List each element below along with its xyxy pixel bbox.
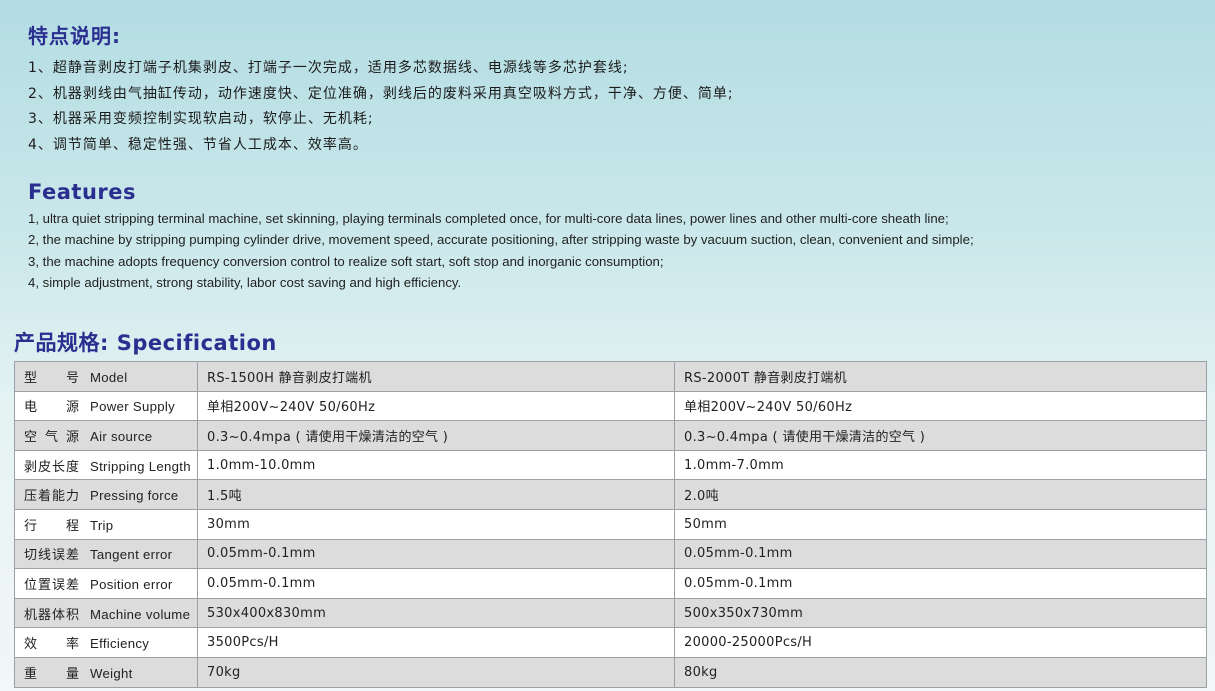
spec-row: 型号 Model RS-1500H 静音剥皮打端机 RS-2000T 静音剥皮打端机 xyxy=(14,361,1207,392)
features-cn-item: 1、超静音剥皮打端子机集剥皮、打端子一次完成，适用多芯数据线、电源线等多芯护套线… xyxy=(28,60,629,76)
spec-label-en: Power Supply xyxy=(90,399,175,415)
features-cn-item: 2、机器剥线由气抽缸传动，动作速度快、定位准确，剥线后的废料采用真空吸料方式，干… xyxy=(28,85,734,102)
spec-row: 行程 Trip 30mm 50mm xyxy=(14,508,1207,540)
spec-label-cell: 机器体积 Machine volume xyxy=(14,597,198,629)
spec-label-cn: 剥皮长度 xyxy=(24,459,81,475)
features-en-item: 2, the machine by stripping pumping cyli… xyxy=(28,232,974,248)
spec-value-model-b: 2.0吨 xyxy=(674,479,1207,510)
spec-label-cn: 效率 xyxy=(24,637,80,653)
spec-value-model-b: RS-2000T 静音剥皮打端机 xyxy=(674,361,1207,392)
spec-label-cell: 型号 Model xyxy=(14,361,198,392)
spec-value-model-b: 1.0mm-7.0mm xyxy=(674,449,1207,481)
spec-label-cell: 行程 Trip xyxy=(14,508,198,540)
spec-label-en: Pressing force xyxy=(90,488,179,504)
spec-title: 产品规格: Specification xyxy=(14,331,277,355)
spec-value-model-a: 3500Pcs/H xyxy=(197,627,675,658)
spec-value-model-b: 单相200V~240V 50/60Hz xyxy=(674,390,1207,422)
spec-label-en: Weight xyxy=(90,665,133,681)
spec-row: 机器体积 Machine volume 530x400x830mm 500x350x7… xyxy=(14,597,1207,629)
spec-value-model-a: 70kg xyxy=(197,656,675,688)
spec-label-en: Tangent error xyxy=(90,547,173,563)
spec-value-model-a: 530x400x830mm xyxy=(197,597,675,629)
spec-label-en: Efficiency xyxy=(90,636,150,652)
spec-row: 电源 Power Supply 单相200V~240V 50/60Hz 单相200V~… xyxy=(14,390,1207,422)
spec-row: 重量 Weight 70kg 80kg xyxy=(14,656,1207,688)
spec-value-model-b: 80kg xyxy=(674,656,1207,688)
spec-value-model-b: 0.3~0.4mpa ( 请使用干燥清洁的空气 ) xyxy=(674,420,1207,451)
spec-value-model-a: 1.0mm-10.0mm xyxy=(197,449,675,481)
spec-value-model-a: 单相200V~240V 50/60Hz xyxy=(197,390,675,422)
spec-label-cell: 剥皮长度 Stripping Length xyxy=(14,449,198,481)
spec-table: 型号 Model RS-1500H 静音剥皮打端机 RS-2000T 静音剥皮打端机电… xyxy=(14,361,1207,688)
spec-label-cn: 型号 xyxy=(24,370,80,386)
spec-value-model-a: 0.05mm-0.1mm xyxy=(197,538,675,570)
spec-label-en: Air source xyxy=(90,428,153,444)
spec-value-model-a: 0.05mm-0.1mm xyxy=(197,568,675,599)
spec-label-cell: 效率 Efficiency xyxy=(14,627,198,658)
spec-label-cell: 压着能力 Pressing force xyxy=(14,479,198,510)
spec-label-cn: 机器体积 xyxy=(24,607,81,623)
spec-row: 空气源 Air source 0.3~0.4mpa ( 请使用干燥清洁的空气 ) 0.… xyxy=(14,420,1207,451)
features-en-title: Features xyxy=(28,180,136,204)
spec-value-model-b: 0.05mm-0.1mm xyxy=(674,568,1207,599)
spec-value-model-a: 30mm xyxy=(197,508,675,540)
features-cn-item: 4、调节简单、稳定性强、节省人工成本、效率高。 xyxy=(28,136,368,153)
spec-label-cn: 重量 xyxy=(24,666,80,682)
features-en-item: 4, simple adjustment, strong stability, … xyxy=(28,274,462,290)
spec-label-en: Position error xyxy=(90,576,173,592)
spec-label-en: Trip xyxy=(90,517,114,533)
spec-row: 剥皮长度 Stripping Length 1.0mm-10.0mm 1.0mm-7.… xyxy=(14,449,1207,481)
spec-value-model-b: 50mm xyxy=(674,508,1207,540)
spec-label-en: Model xyxy=(90,369,128,385)
spec-label-cn: 空气源 xyxy=(24,429,80,445)
spec-value-model-a: 1.5吨 xyxy=(197,479,675,510)
spec-row: 切线误差 Tangent error 0.05mm-0.1mm 0.05mm-0.1m… xyxy=(14,538,1207,570)
features-en-item: 1, ultra quiet stripping terminal machin… xyxy=(28,211,949,226)
features-cn-item: 3、机器采用变频控制实现软启动，软停止、无机耗; xyxy=(28,111,374,127)
spec-label-cn: 压着能力 xyxy=(24,489,81,505)
spec-value-model-a: 0.3~0.4mpa ( 请使用干燥清洁的空气 ) xyxy=(197,420,675,451)
spec-row: 效率 Efficiency 3500Pcs/H 20000-25000Pcs/H xyxy=(14,627,1207,658)
spec-label-cn: 行程 xyxy=(24,518,80,534)
spec-label-cn: 位置误差 xyxy=(24,577,81,593)
spec-label-cell: 位置误差 Position error xyxy=(14,568,198,599)
spec-label-en: Machine volume xyxy=(90,606,191,622)
spec-label-cell: 重量 Weight xyxy=(14,656,198,688)
spec-label-cell: 电源 Power Supply xyxy=(14,390,198,422)
features-en-list: 1, ultra quiet stripping terminal machin… xyxy=(28,208,974,293)
spec-label-cell: 切线误差 Tangent error xyxy=(14,538,198,570)
spec-value-model-b: 0.05mm-0.1mm xyxy=(674,538,1207,570)
spec-row: 位置误差 Position error 0.05mm-0.1mm 0.05mm-0.1… xyxy=(14,568,1207,599)
features-cn-title: 特点说明: xyxy=(28,24,121,48)
spec-label-cn: 电源 xyxy=(24,400,80,416)
spec-label-en: Stripping Length xyxy=(90,458,191,474)
spec-value-model-b: 500x350x730mm xyxy=(674,597,1207,629)
spec-value-model-a: RS-1500H 静音剥皮打端机 xyxy=(197,361,675,392)
spec-row: 压着能力 Pressing force 1.5吨 2.0吨 xyxy=(14,479,1207,510)
spec-label-cell: 空气源 Air source xyxy=(14,420,198,451)
spec-label-cn: 切线误差 xyxy=(24,548,81,564)
spec-value-model-b: 20000-25000Pcs/H xyxy=(674,627,1207,658)
features-en-item: 3, the machine adopts frequency conversi… xyxy=(28,253,664,269)
features-cn-list: 1、超静音剥皮打端子机集剥皮、打端子一次完成，适用多芯数据线、电源线等多芯护套线… xyxy=(28,56,734,158)
